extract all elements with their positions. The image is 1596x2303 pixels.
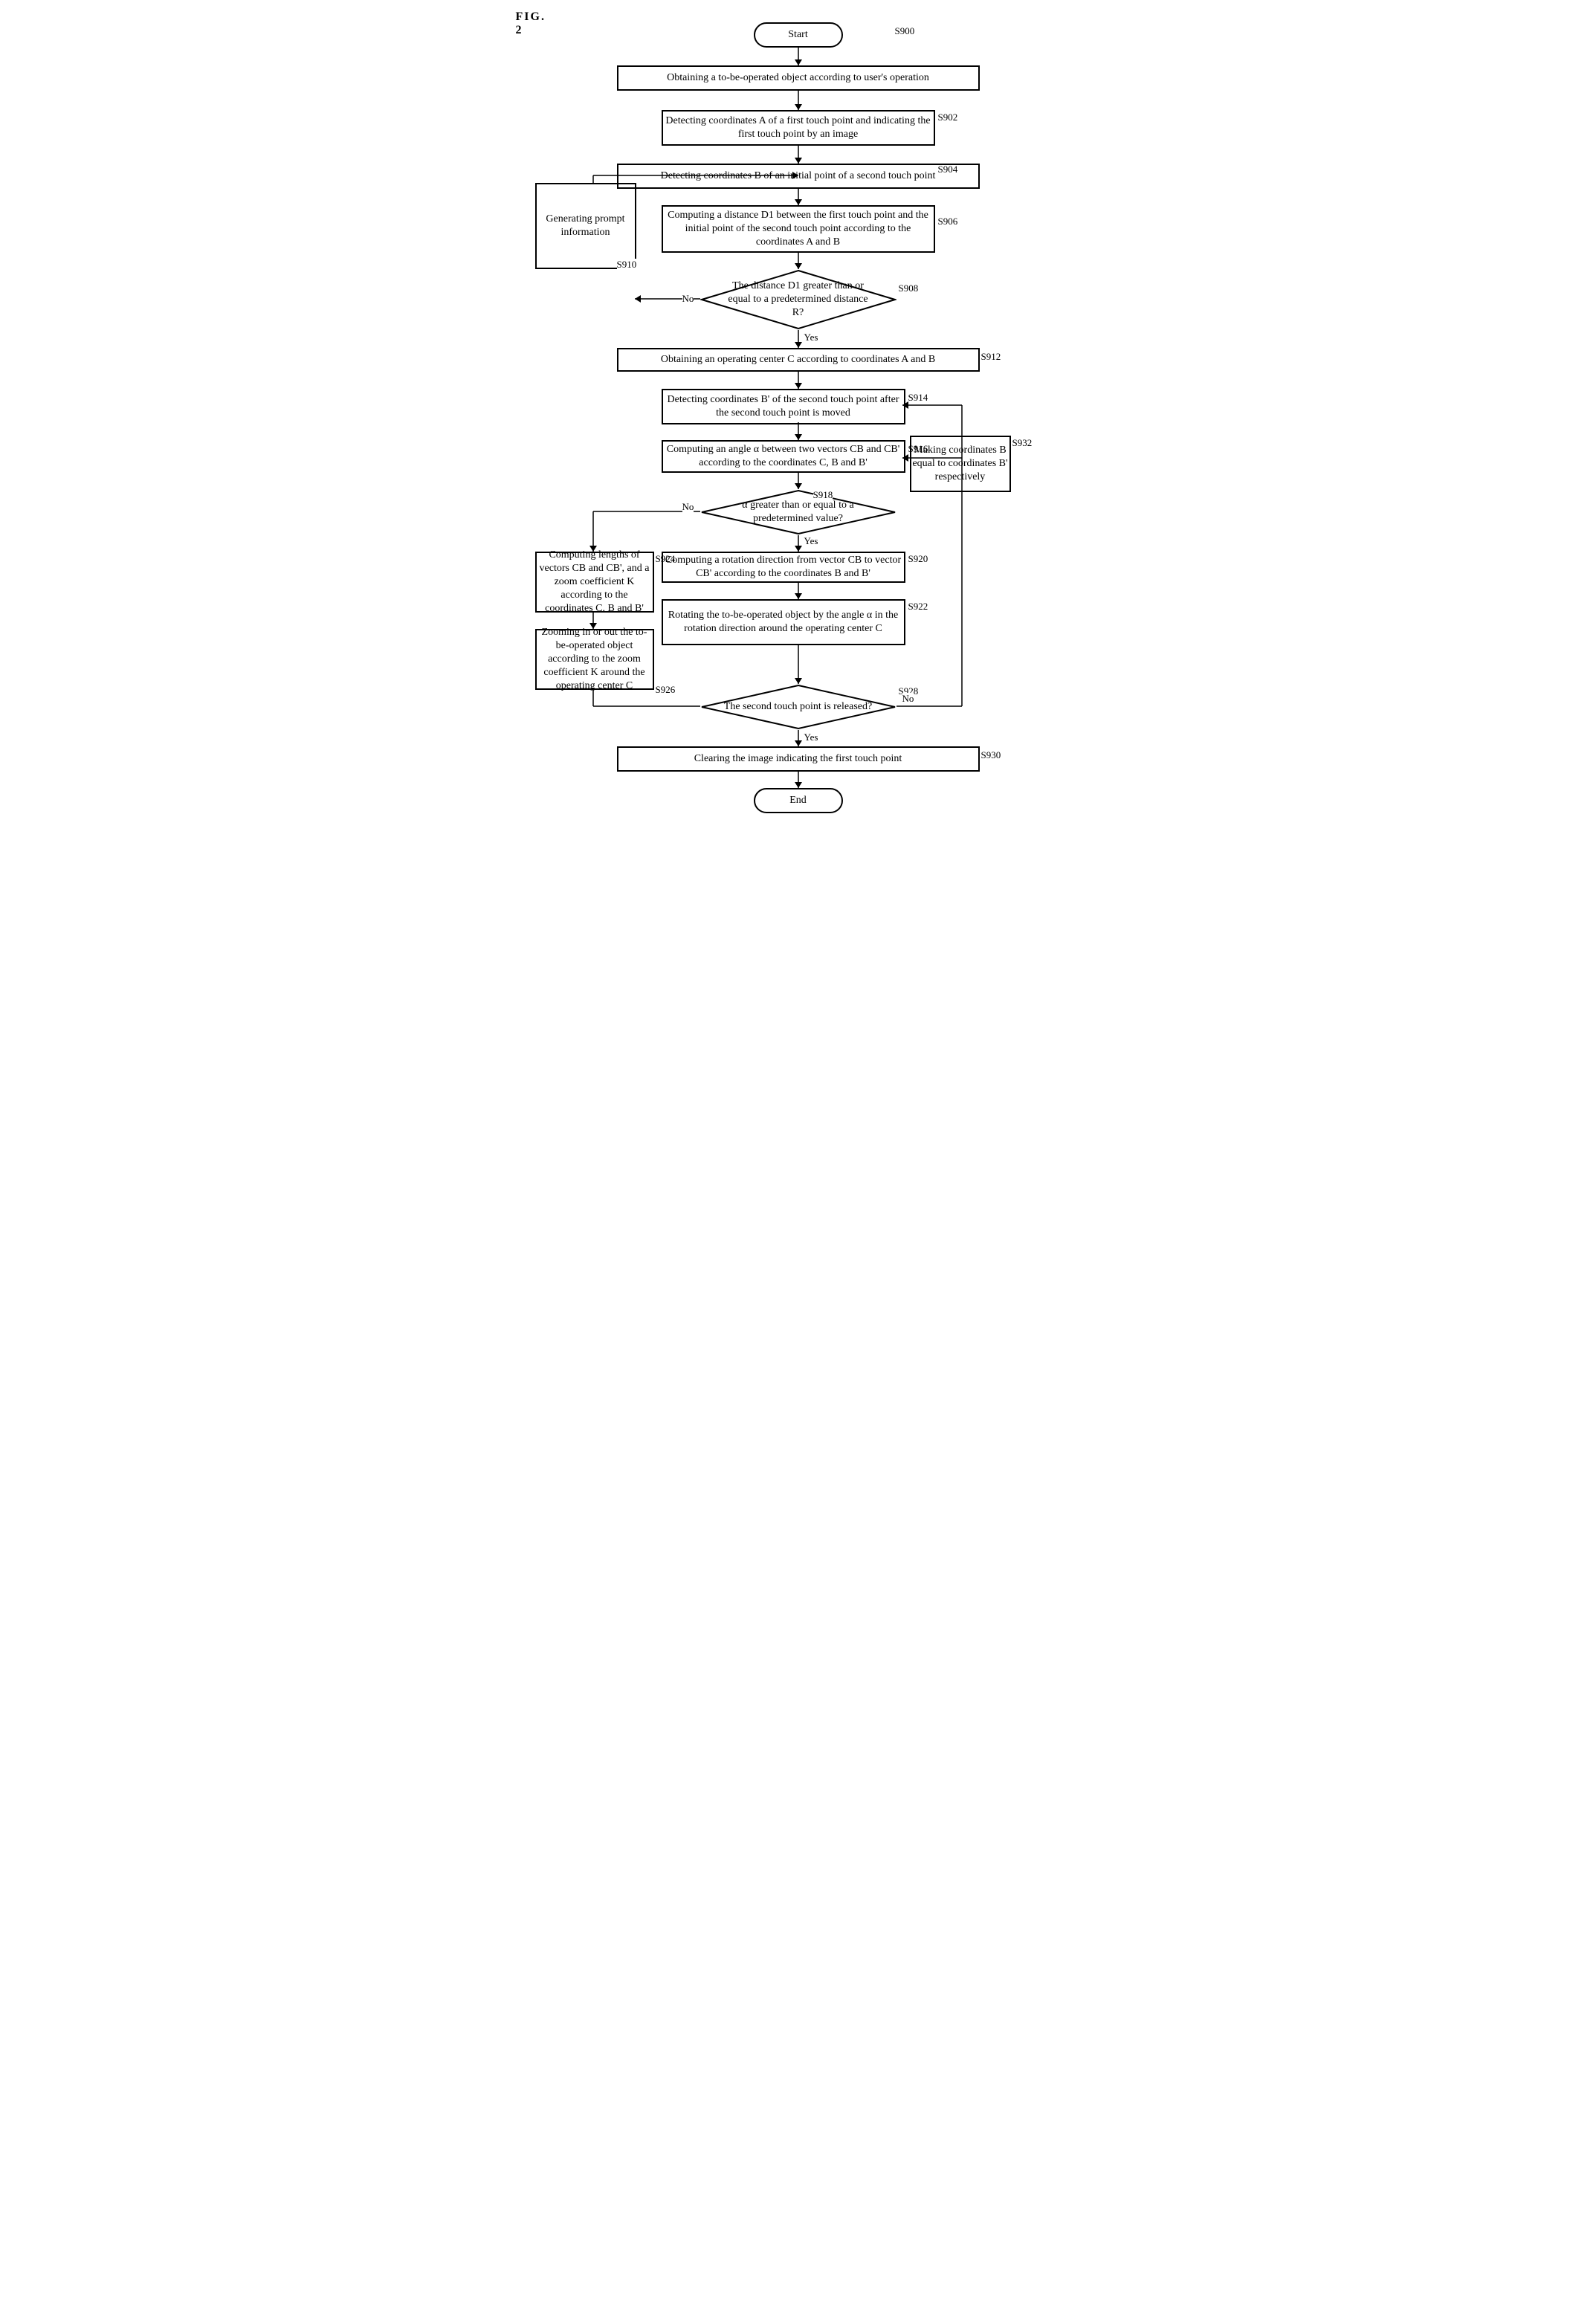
- no-s918: No: [682, 501, 694, 513]
- end-label: End: [789, 794, 807, 807]
- s902-ref: S902: [938, 112, 958, 123]
- s918-diamond: α greater than or equal to a predetermin…: [700, 489, 896, 535]
- s901-box: Obtaining a to-be-operated object accord…: [617, 65, 980, 91]
- s908-text: The distance D1 greater than or equal to…: [700, 280, 896, 320]
- s920-label: Computing a rotation direction from vect…: [663, 554, 904, 581]
- diagram-container: Start S900 Obtaining a to-be-operated ob…: [516, 15, 1081, 847]
- s912-box: Obtaining an operating center C accordin…: [617, 348, 980, 372]
- s928-diamond: The second touch point is released?: [700, 684, 896, 730]
- s920-box: Computing a rotation direction from vect…: [662, 552, 905, 583]
- s930-ref: S930: [981, 749, 1001, 761]
- s904-box: Detecting coordinates B of an initial po…: [617, 164, 980, 189]
- s920-ref: S920: [908, 553, 928, 565]
- s906-box: Computing a distance D1 between the firs…: [662, 205, 935, 253]
- s908-ref: S908: [899, 282, 919, 294]
- s914-box: Detecting coordinates B' of the second t…: [662, 389, 905, 424]
- s932-ref: S932: [1012, 437, 1033, 449]
- end-shape: End: [754, 788, 843, 813]
- no-s928: No: [902, 693, 914, 705]
- s916-box: Computing an angle α between two vectors…: [662, 440, 905, 473]
- s926-ref: S926: [656, 684, 676, 696]
- start-label: Start: [788, 28, 807, 42]
- s922-ref: S922: [908, 601, 928, 613]
- s912-label: Obtaining an operating center C accordin…: [661, 353, 935, 366]
- s922-label: Rotating the to-be-operated object by th…: [663, 609, 904, 636]
- s900-label: S900: [895, 25, 915, 37]
- yes-s928: Yes: [804, 731, 818, 743]
- yes-s918: Yes: [804, 535, 818, 547]
- genprompt-box: Generating prompt information: [535, 183, 636, 269]
- s916-label: Computing an angle α between two vectors…: [663, 443, 904, 470]
- s901-label: Obtaining a to-be-operated object accord…: [667, 71, 929, 85]
- s902-label: Detecting coordinates A of a first touch…: [663, 114, 934, 141]
- yes-s908: Yes: [804, 332, 818, 343]
- s926-box: Zooming in or out the to-be-operated obj…: [535, 629, 654, 690]
- s908-diamond: The distance D1 greater than or equal to…: [700, 269, 896, 330]
- s914-ref: S914: [908, 392, 928, 404]
- start-shape: Start: [754, 22, 843, 48]
- s924-box: Computing lengths of vectors CB and CB',…: [535, 552, 654, 613]
- s918-text: α greater than or equal to a predetermin…: [700, 499, 896, 526]
- s910-ref: S910: [617, 259, 637, 271]
- s914-label: Detecting coordinates B' of the second t…: [663, 393, 904, 420]
- s932-label: Making coordinates B equal to coordinate…: [911, 444, 1009, 485]
- s912-ref: S912: [981, 351, 1001, 363]
- s904-label: Detecting coordinates B of an initial po…: [661, 169, 936, 183]
- s932-box: Making coordinates B equal to coordinate…: [910, 436, 1011, 492]
- s902-box: Detecting coordinates A of a first touch…: [662, 110, 935, 146]
- genprompt-label: Generating prompt information: [537, 213, 635, 239]
- no-s908: No: [682, 293, 694, 305]
- s930-box: Clearing the image indicating the first …: [617, 746, 980, 772]
- s906-label: Computing a distance D1 between the firs…: [663, 209, 934, 250]
- s922-box: Rotating the to-be-operated object by th…: [662, 599, 905, 645]
- s906-ref: S906: [938, 216, 958, 227]
- s926-label: Zooming in or out the to-be-operated obj…: [537, 626, 653, 694]
- s928-text: The second touch point is released?: [702, 700, 894, 714]
- s930-label: Clearing the image indicating the first …: [694, 752, 902, 766]
- s924-label: Computing lengths of vectors CB and CB',…: [537, 549, 653, 616]
